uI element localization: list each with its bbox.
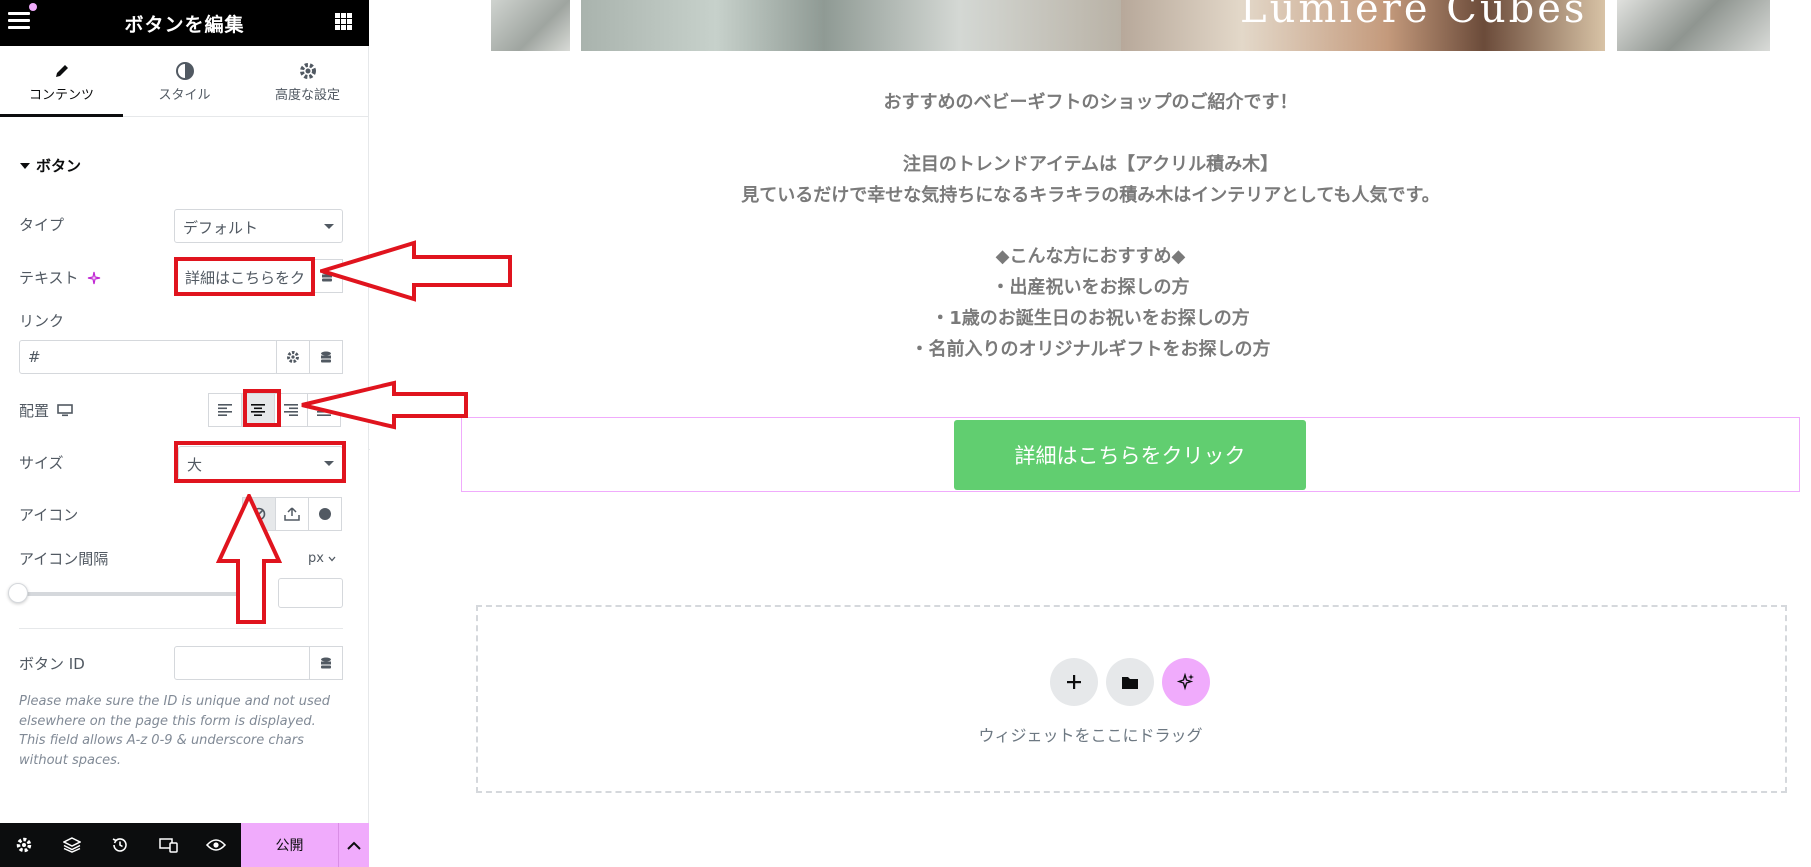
text-label-text: テキスト xyxy=(19,269,79,287)
dropdown-arrow-icon xyxy=(324,224,334,229)
template-folder-icon[interactable] xyxy=(1106,658,1154,706)
settings-gear-icon[interactable] xyxy=(0,823,48,867)
icon-label: アイコン xyxy=(19,506,79,524)
chevron-down-icon xyxy=(328,556,336,561)
gear-icon xyxy=(246,60,369,82)
tab-style[interactable]: スタイル xyxy=(123,46,246,116)
annotation-arrow-text xyxy=(320,240,512,302)
button-id-help-text: Please make sure the ID is unique and no… xyxy=(19,694,331,768)
panel-footer: 公開 xyxy=(0,823,369,867)
link-label: リンク xyxy=(19,312,65,330)
page-canvas: Lumiere Cubes おすすめのベビーギフトのショップのご紹介です！ 注目… xyxy=(370,0,1811,867)
publish-button[interactable]: 公開 xyxy=(241,823,338,867)
ai-sparkle-icon[interactable] xyxy=(87,271,101,285)
button-id-database-icon[interactable] xyxy=(309,646,343,680)
caret-down-icon xyxy=(20,162,30,169)
tab-label: 高度な設定 xyxy=(274,88,340,103)
section-toggle-button[interactable]: ボタン xyxy=(20,155,81,176)
pencil-icon xyxy=(0,60,123,82)
link-options-gear-icon[interactable] xyxy=(276,340,310,374)
icon-library-circle-icon[interactable] xyxy=(308,497,342,531)
tab-content[interactable]: コンテンツ xyxy=(0,46,123,117)
desktop-icon[interactable] xyxy=(57,404,73,417)
align-left-icon[interactable] xyxy=(208,393,242,427)
tab-label: スタイル xyxy=(158,88,211,103)
trend-line-2: 見ているだけで幸せな気持ちになるキラキラの積み木はインテリアとしても人気です。 xyxy=(741,185,1440,206)
hero-image-4 xyxy=(1617,0,1770,51)
unit-selector[interactable]: px xyxy=(308,551,336,566)
recommend-item: ・1歳のお誕生日のお祝いをお探しの方 xyxy=(931,308,1250,329)
icon-spacing-label: アイコン間隔 xyxy=(19,550,109,568)
preview-eye-icon[interactable] xyxy=(192,823,240,867)
panel-tabs: コンテンツ スタイル 高度な設定 xyxy=(0,46,369,117)
drop-zone-text: ウィジェットをここにドラッグ xyxy=(978,726,1203,745)
intro-text: おすすめのベビーギフトのショップのご紹介です！ xyxy=(883,92,1298,113)
tab-label: コンテンツ xyxy=(28,88,94,103)
hero-title: Lumiere Cubes xyxy=(1240,0,1588,32)
type-select[interactable]: デフォルト xyxy=(174,209,343,243)
annotation-highlight-size xyxy=(174,441,346,483)
add-section-plus-icon[interactable] xyxy=(1050,658,1098,706)
recommend-item: ・出産祝いをお探しの方 xyxy=(991,277,1190,298)
annotation-arrow-size xyxy=(216,494,282,624)
unit-selector-value: px xyxy=(308,551,324,566)
annotation-highlight-text xyxy=(174,257,315,296)
hero-image-1 xyxy=(491,0,570,51)
cta-button[interactable]: 詳細はこちらをクリック xyxy=(954,420,1306,490)
layers-icon[interactable] xyxy=(48,823,96,867)
trend-line-1: 注目のトレンドアイテムは【アクリル積み木】 xyxy=(902,154,1279,175)
icon-spacing-slider-handle[interactable] xyxy=(8,583,28,603)
icon-spacing-input[interactable] xyxy=(278,578,343,608)
recommend-heading: ◆こんな方におすすめ◆ xyxy=(995,246,1186,267)
type-label: タイプ xyxy=(19,216,65,234)
icon-spacing-slider-track[interactable] xyxy=(18,592,243,596)
tab-advanced[interactable]: 高度な設定 xyxy=(246,46,369,116)
alignment-label-text: 配置 xyxy=(19,402,50,420)
annotation-arrow-align xyxy=(301,380,468,430)
divider xyxy=(19,628,343,629)
text-label: テキスト xyxy=(19,267,101,288)
responsive-mode-icon[interactable] xyxy=(144,823,192,867)
link-dynamic-database-icon[interactable] xyxy=(309,340,343,374)
editor-panel: ボタンを編集 コンテンツ スタイル 高度な設定 ボタン タイプ デフォルト テキ… xyxy=(0,0,369,867)
widgets-grid-icon[interactable] xyxy=(335,13,352,30)
alignment-label: 配置 xyxy=(19,400,73,421)
type-select-value: デフォルト xyxy=(183,219,259,237)
section-title: ボタン xyxy=(36,157,82,175)
annotation-highlight-align xyxy=(243,389,281,427)
history-icon[interactable] xyxy=(96,823,144,867)
ai-sparkle-icon[interactable] xyxy=(1162,658,1210,706)
contrast-icon xyxy=(123,60,246,82)
hero-image-2 xyxy=(581,0,1121,51)
button-id-input[interactable] xyxy=(174,646,311,680)
size-label: サイズ xyxy=(19,454,64,472)
chevron-up-icon[interactable] xyxy=(338,823,369,867)
panel-title: ボタンを編集 xyxy=(124,14,245,36)
panel-header: ボタンを編集 xyxy=(0,0,369,46)
button-id-label: ボタン ID xyxy=(19,655,85,673)
recommend-item: ・名前入りのオリジナルギフトをお探しの方 xyxy=(910,339,1271,360)
link-input[interactable]: # xyxy=(19,340,278,374)
